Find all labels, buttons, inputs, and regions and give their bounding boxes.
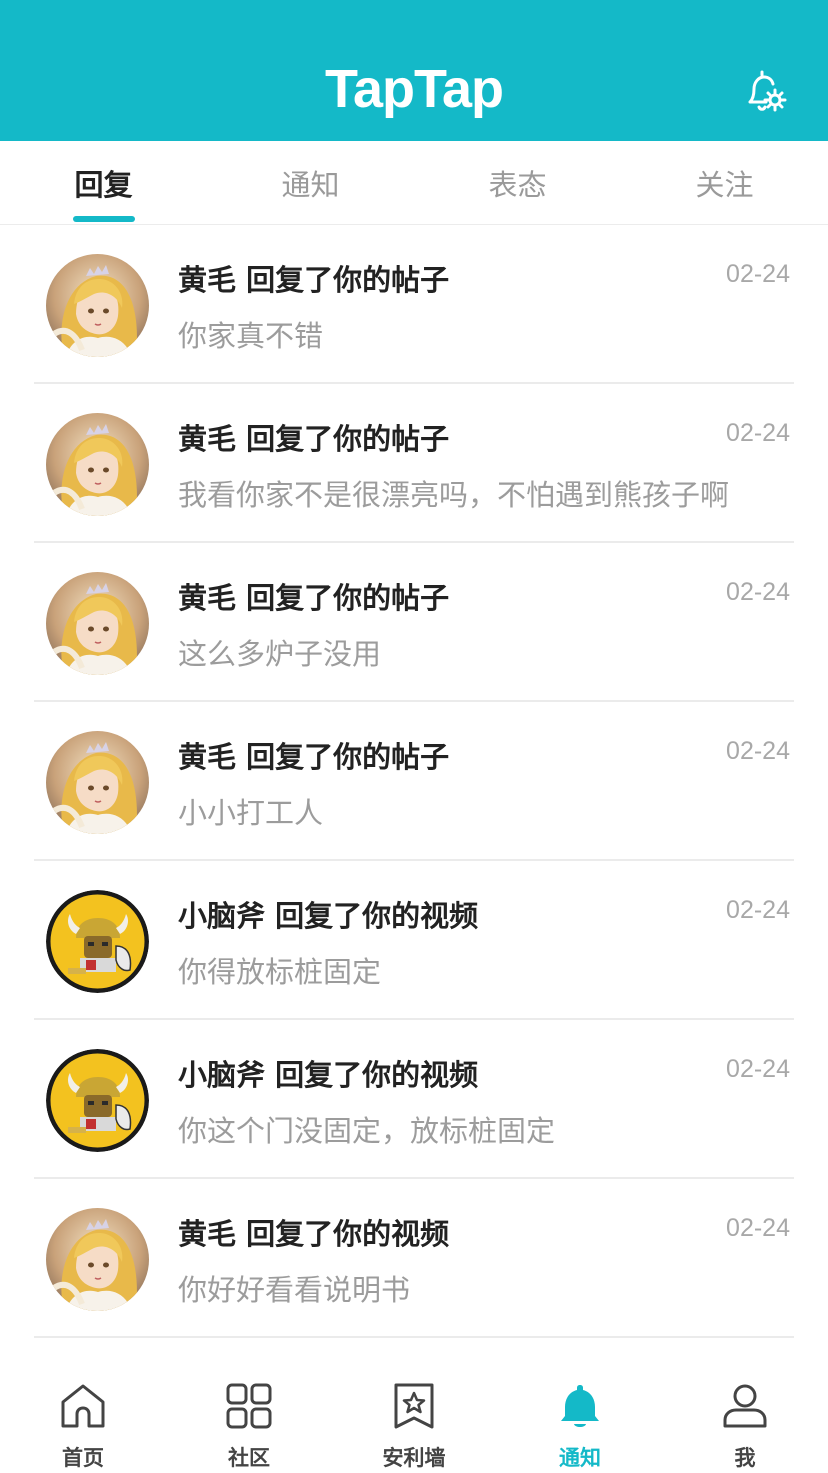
list-item[interactable]: 黄毛 回复了你的帖子 02-24 你家真不错 [0, 225, 828, 384]
avatar[interactable] [46, 731, 149, 834]
notification-date: 02-24 [726, 896, 790, 924]
notification-date: 02-24 [726, 578, 790, 606]
notification-message: 小小打工人 [178, 796, 324, 830]
list-item[interactable]: 黄毛 回复了你的视频 02-24 你好好看看说明书 [0, 1179, 828, 1338]
nav-item-recommend-wall[interactable]: 安利墙 [331, 1340, 497, 1473]
tab-following[interactable]: 关注 [621, 141, 828, 225]
avatar[interactable] [46, 1208, 149, 1311]
list-item[interactable]: 黄毛 回复了你的帖子 02-24 这么多炉子没用 [0, 543, 828, 702]
avatar[interactable] [46, 890, 149, 993]
notification-list: 黄毛 回复了你的帖子 02-24 你家真不错 黄毛 回复了你的帖子 02-24 … [0, 225, 828, 1338]
notification-message: 你家真不错 [178, 319, 324, 353]
nav-item-community[interactable]: 社区 [166, 1340, 332, 1473]
notification-message: 你得放标桩固定 [178, 955, 382, 989]
notification-message: 你好好看看说明书 [178, 1273, 411, 1307]
nav-label: 安利墙 [382, 1446, 446, 1470]
notification-date: 02-24 [726, 1214, 790, 1242]
nav-label: 首页 [62, 1446, 104, 1470]
app-header: TapTap [0, 0, 828, 141]
nav-label: 社区 [228, 1446, 270, 1470]
notification-title: 黄毛 回复了你的帖子 [178, 740, 450, 774]
notification-date: 02-24 [726, 419, 790, 447]
avatar[interactable] [46, 1049, 149, 1152]
app-logo: TapTap [325, 59, 504, 119]
nav-item-me[interactable]: 我 [662, 1340, 828, 1473]
tab-bar: 回复 通知 表态 关注 [0, 141, 828, 225]
active-tab-indicator [73, 216, 135, 222]
divider [34, 1336, 794, 1338]
notification-title: 黄毛 回复了你的帖子 [178, 263, 450, 297]
list-item[interactable]: 小脑斧 回复了你的视频 02-24 你这个门没固定，放标桩固定 [0, 1020, 828, 1179]
list-item[interactable]: 黄毛 回复了你的帖子 02-24 我看你家不是很漂亮吗，不怕遇到熊孩子啊 [0, 384, 828, 543]
avatar[interactable] [46, 413, 149, 516]
notification-date: 02-24 [726, 737, 790, 765]
nav-label: 我 [734, 1446, 756, 1470]
notification-title: 小脑斧 回复了你的视频 [178, 1058, 479, 1092]
star-bookmark-icon [394, 1383, 434, 1429]
notification-message: 我看你家不是很漂亮吗，不怕遇到熊孩子啊 [178, 478, 730, 512]
tab-replies[interactable]: 回复 [0, 141, 207, 225]
notification-message: 这么多炉子没用 [178, 637, 382, 671]
nav-item-home[interactable]: 首页 [0, 1340, 166, 1473]
list-item[interactable]: 小脑斧 回复了你的视频 02-24 你得放标桩固定 [0, 861, 828, 1020]
notification-title: 小脑斧 回复了你的视频 [178, 899, 479, 933]
home-icon [61, 1384, 105, 1428]
notification-date: 02-24 [726, 1055, 790, 1083]
nav-label: 通知 [559, 1446, 601, 1470]
notification-title: 黄毛 回复了你的视频 [178, 1217, 450, 1251]
tab-notifications[interactable]: 通知 [207, 141, 414, 225]
avatar[interactable] [46, 572, 149, 675]
list-item[interactable]: 黄毛 回复了你的帖子 02-24 小小打工人 [0, 702, 828, 861]
avatar[interactable] [46, 254, 149, 357]
bell-settings-icon[interactable] [742, 68, 790, 116]
notification-title: 黄毛 回复了你的帖子 [178, 422, 450, 456]
notification-message: 你这个门没固定，放标桩固定 [178, 1114, 556, 1148]
notification-title: 黄毛 回复了你的帖子 [178, 581, 450, 615]
notification-date: 02-24 [726, 260, 790, 288]
tab-reactions[interactable]: 表态 [414, 141, 621, 225]
bell-icon [561, 1385, 599, 1427]
nav-item-notifications[interactable]: 通知 [497, 1340, 663, 1473]
bottom-nav: 首页 社区 安利墙 通知 我 [0, 1340, 828, 1473]
user-icon [723, 1384, 767, 1428]
grid-icon [226, 1383, 272, 1429]
